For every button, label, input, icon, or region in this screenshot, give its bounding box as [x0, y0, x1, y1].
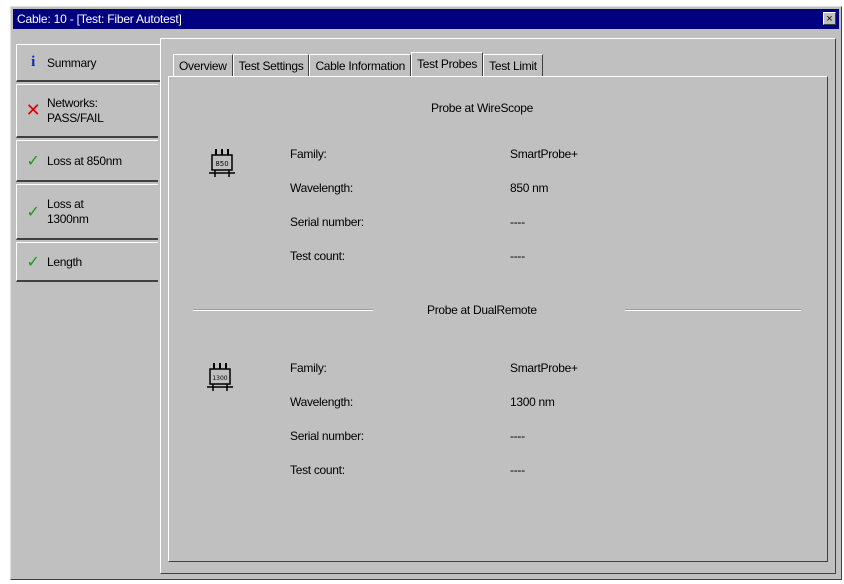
section-divider [625, 309, 801, 311]
title-bar[interactable]: Cable: 10 - [Test: Fiber Autotest] × [13, 9, 839, 29]
probe-field-value: ---- [510, 215, 525, 229]
tab-overview[interactable]: Overview [173, 54, 233, 76]
sidebar-item-label: Length [47, 254, 82, 269]
fail-x-icon: ✕ [25, 100, 41, 120]
sidebar-item-summary[interactable]: i Summary [16, 44, 164, 82]
probe-icon-label: 1300 [212, 375, 227, 382]
probe-field-label: Wavelength: [290, 395, 353, 409]
probe-field-label: Serial number: [290, 429, 364, 443]
probe-field-label: Serial number: [290, 215, 364, 229]
probe-icon: 850 [209, 149, 235, 177]
sidebar-item-loss-850[interactable]: ✓ Loss at 850nm [16, 140, 158, 182]
probe-field-label: Wavelength: [290, 181, 353, 195]
sidebar-item-networks[interactable]: ✕ Networks: PASS/FAIL [16, 84, 158, 138]
probe-field-value: ---- [510, 429, 525, 443]
pass-check-icon: ✓ [26, 152, 40, 170]
probe-field-value: 850 nm [510, 181, 549, 195]
sidebar-item-label: Loss at 850nm [47, 153, 122, 168]
sidebar-item-length[interactable]: ✓ Length [16, 242, 158, 282]
probe-field-label: Family: [290, 147, 327, 161]
probe-heading-wirescope: Probe at WireScope [431, 101, 533, 115]
tab-test-settings[interactable]: Test Settings [232, 54, 310, 76]
probe-icon-label: 850 [215, 160, 228, 168]
probe-field-value: SmartProbe+ [510, 147, 578, 161]
sidebar-item-label: Networks: PASS/FAIL [47, 95, 104, 125]
probe-heading-dualremote: Probe at DualRemote [427, 303, 537, 317]
window-title: Cable: 10 - [Test: Fiber Autotest] [17, 12, 182, 26]
sidebar-item-label: Summary [47, 55, 97, 70]
tab-test-probes[interactable]: Test Probes [411, 52, 484, 76]
probe-field-value: 1300 nm [510, 395, 555, 409]
sidebar-item-loss-1300[interactable]: ✓ Loss at 1300nm [16, 184, 158, 240]
pass-check-icon: ✓ [26, 253, 40, 271]
pass-check-icon: ✓ [26, 203, 40, 221]
probe-field-value: SmartProbe+ [510, 361, 578, 375]
tab-cable-information[interactable]: Cable Information [309, 54, 412, 76]
probe-field-value: ---- [510, 463, 525, 477]
tab-strip: Overview Test Settings Cable Information… [173, 52, 543, 76]
close-icon[interactable]: × [823, 12, 836, 25]
probe-field-label: Test count: [290, 249, 345, 263]
test-probes-page: Probe at WireScope 850 Family: SmartProb… [168, 76, 828, 562]
probe-field-value: ---- [510, 249, 525, 263]
probe-field-label: Family: [290, 361, 327, 375]
section-divider [193, 309, 373, 311]
tab-test-limit[interactable]: Test Limit [483, 54, 543, 76]
info-icon: i [31, 54, 35, 70]
probe-icon: 1300 [207, 363, 233, 391]
sidebar-item-label: Loss at 1300nm [47, 196, 89, 226]
probe-field-label: Test count: [290, 463, 345, 477]
